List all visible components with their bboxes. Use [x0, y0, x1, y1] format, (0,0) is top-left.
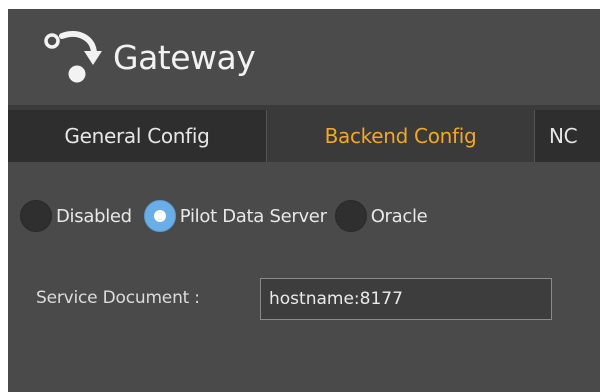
service-document-input[interactable]	[260, 278, 552, 320]
app-window: Gateway General Config Backend Config NC…	[8, 9, 600, 392]
app-title: Gateway	[113, 38, 256, 77]
tab-backend-config[interactable]: Backend Config	[266, 110, 535, 162]
gateway-arrow-icon	[44, 31, 102, 83]
tab-general-config[interactable]: General Config	[8, 110, 266, 162]
service-document-label: Service Document :	[36, 288, 200, 308]
radio-pilot-data-server-label[interactable]: Pilot Data Server	[180, 206, 327, 227]
radio-disabled-label[interactable]: Disabled	[56, 206, 132, 227]
app-header: Gateway	[8, 9, 600, 105]
backend-mode-radio-group: Disabled Pilot Data Server Oracle	[20, 198, 429, 234]
tab-next-truncated[interactable]: NC	[539, 110, 600, 162]
radio-unchecked-icon[interactable]	[334, 200, 367, 232]
radio-unchecked-icon[interactable]	[20, 200, 52, 232]
radio-oracle-label[interactable]: Oracle	[371, 206, 428, 227]
tab-bar: General Config Backend Config NC	[8, 109, 600, 162]
backend-config-panel: Disabled Pilot Data Server Oracle Servic…	[8, 162, 600, 392]
radio-pilot-data-server[interactable]: Pilot Data Server	[143, 200, 327, 232]
radio-checked-icon[interactable]	[143, 200, 176, 232]
radio-oracle[interactable]: Oracle	[334, 200, 428, 232]
radio-disabled[interactable]: Disabled	[20, 200, 132, 232]
